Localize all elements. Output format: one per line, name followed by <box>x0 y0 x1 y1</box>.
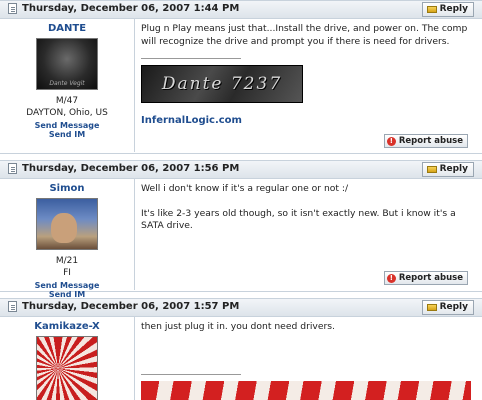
post-content: Plug n Play means just that...Install th… <box>141 23 471 128</box>
post-date: Thursday, December 06, 2007 1:44 PM <box>22 3 240 14</box>
user-gender-age: M/21 <box>55 256 79 266</box>
signature-banner: Dante 7237 <box>141 65 303 103</box>
send-message-link[interactable]: Send Message <box>0 281 134 290</box>
user-gender-age: M/47 <box>55 96 79 106</box>
post-icon <box>8 3 17 14</box>
post-icon <box>8 163 17 174</box>
reply-label: Reply <box>439 4 468 14</box>
avatar-caption: Dante Vegit <box>49 80 85 87</box>
post-content: Well i don't know if it's a regular one … <box>141 183 471 233</box>
user-info-column: DANTE Dante Vegit M/47 DAYTON, Ohio, US … <box>0 19 135 152</box>
user-info-column: Kamikaze-X <box>0 317 135 400</box>
reply-icon <box>426 304 437 311</box>
forum-post: Thursday, December 06, 2007 1:57 PM Repl… <box>0 298 482 400</box>
post-date-wrap: Thursday, December 06, 2007 1:57 PM <box>8 301 239 312</box>
post-body: DANTE Dante Vegit M/47 DAYTON, Ohio, US … <box>0 19 482 152</box>
forum-thread: Thursday, December 06, 2007 1:44 PM Repl… <box>0 0 482 400</box>
post-text: Plug n Play means just that...Install th… <box>141 23 468 47</box>
avatar: Dante Vegit <box>36 38 98 90</box>
user-location: DAYTON, Ohio, US <box>26 108 108 118</box>
reply-label: Reply <box>439 164 468 174</box>
post-text-line: Well i don't know if it's a regular one … <box>141 183 349 194</box>
username-link[interactable]: DANTE <box>0 23 134 34</box>
post-header: Thursday, December 06, 2007 1:56 PM Repl… <box>0 161 482 179</box>
avatar <box>36 198 98 250</box>
post-icon <box>8 301 17 312</box>
post-content: then just plug it in. you dont need driv… <box>141 321 471 400</box>
warning-icon: ! <box>386 136 396 146</box>
username-link[interactable]: Simon <box>0 183 134 194</box>
user-info-column: Simon M/21 FI Send Message Send IM <box>0 179 135 299</box>
reply-button[interactable]: Reply <box>421 300 474 315</box>
send-message-link[interactable]: Send Message <box>0 121 134 130</box>
forum-post: Thursday, December 06, 2007 1:44 PM Repl… <box>0 0 482 154</box>
post-text-line: It's like 2-3 years old though, so it is… <box>141 207 456 232</box>
signature-image <box>141 380 471 400</box>
signature-divider <box>141 373 241 375</box>
reply-label: Reply <box>439 302 468 312</box>
reply-button[interactable]: Reply <box>421 162 474 177</box>
avatar-face <box>51 213 77 243</box>
post-date-wrap: Thursday, December 06, 2007 1:56 PM <box>8 163 239 174</box>
user-location: FI <box>63 268 71 278</box>
post-header: Thursday, December 06, 2007 1:57 PM Repl… <box>0 299 482 317</box>
report-abuse-button[interactable]: ! Report abuse <box>383 134 468 148</box>
avatar <box>36 336 98 400</box>
post-text: then just plug it in. you dont need driv… <box>141 321 335 332</box>
report-abuse-button[interactable]: ! Report abuse <box>383 271 468 285</box>
username-link[interactable]: Kamikaze-X <box>0 321 134 332</box>
warning-icon: ! <box>386 273 396 283</box>
post-date: Thursday, December 06, 2007 1:57 PM <box>22 301 240 312</box>
report-abuse-label: Report abuse <box>398 273 463 283</box>
post-header: Thursday, December 06, 2007 1:44 PM Repl… <box>0 1 482 19</box>
post-body: Simon M/21 FI Send Message Send IM Well … <box>0 179 482 299</box>
signature-banner-text: Dante 7237 <box>161 73 283 94</box>
reply-button[interactable]: Reply <box>421 2 474 17</box>
reply-icon <box>426 6 437 13</box>
rising-sun-flag-image <box>37 337 97 400</box>
signature-link[interactable]: InfernalLogic.com <box>141 115 471 128</box>
signature-divider <box>141 58 241 59</box>
reply-icon <box>426 166 437 173</box>
report-abuse-label: Report abuse <box>398 136 463 146</box>
post-date: Thursday, December 06, 2007 1:56 PM <box>22 163 240 174</box>
forum-post: Thursday, December 06, 2007 1:56 PM Repl… <box>0 160 482 299</box>
post-body: Kamikaze-X then just plug it in. you don… <box>0 317 482 400</box>
send-im-link[interactable]: Send IM <box>0 130 134 139</box>
post-date-wrap: Thursday, December 06, 2007 1:44 PM <box>8 3 239 14</box>
